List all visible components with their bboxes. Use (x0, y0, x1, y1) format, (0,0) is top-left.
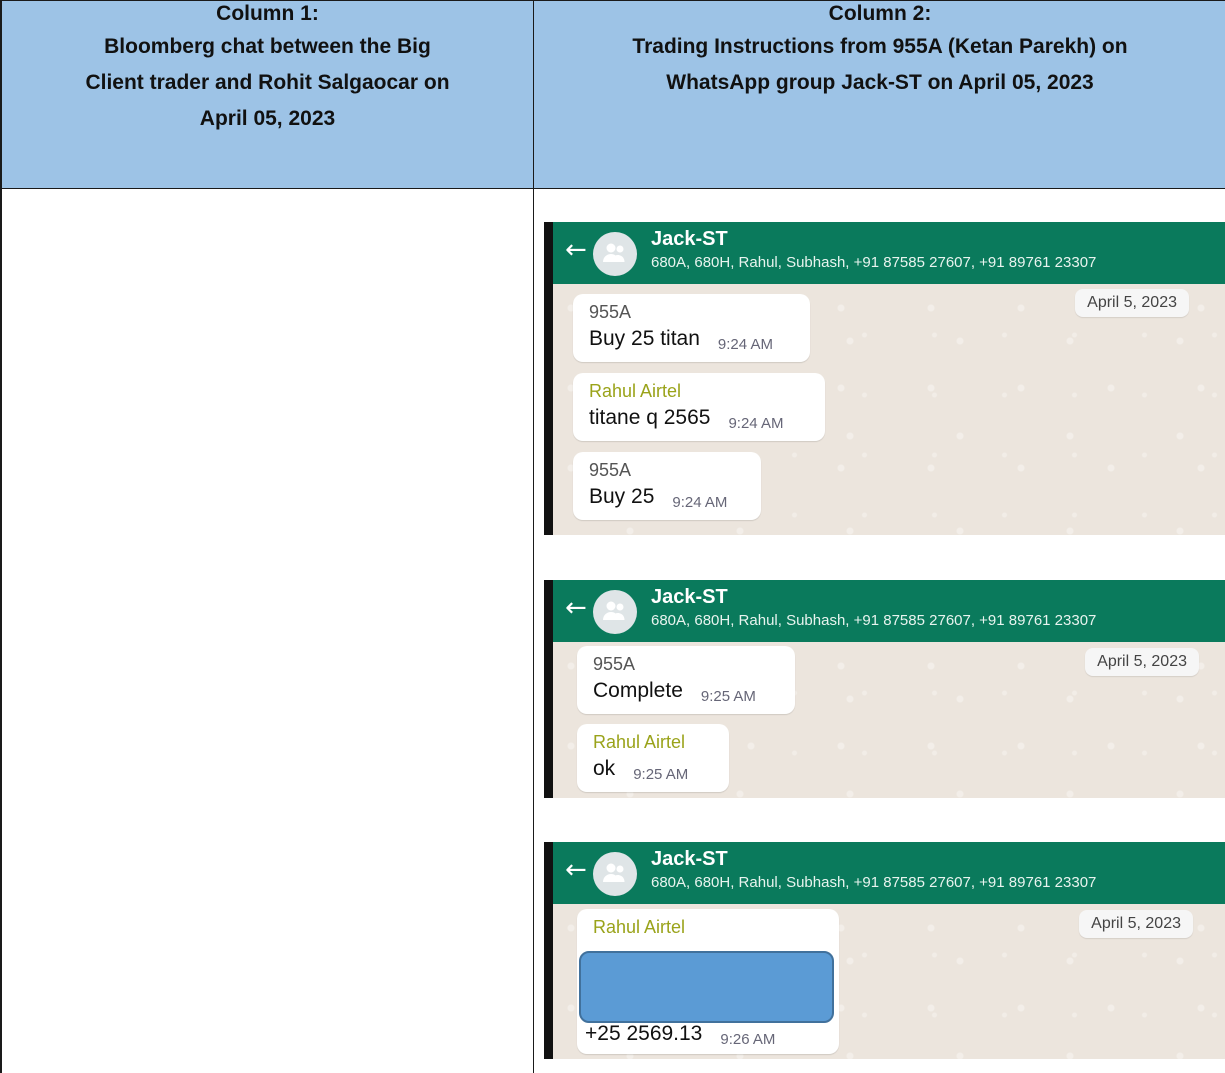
group-name: Jack-ST (651, 228, 728, 250)
message-sender: 955A (589, 460, 632, 480)
column-1-header: Column 1: Bloomberg chat between the Big… (2, 1, 534, 189)
message-bubble: Rahul Airtel ok 9:25 AM (577, 724, 729, 792)
back-arrow-icon: ← (565, 235, 587, 265)
whatsapp-screenshot-3: ← Jack-ST 680A, 680H, Rahul, Subhash, +9… (544, 842, 1225, 1059)
column-1-desc-line2: Client trader and Rohit Salgaocar on (85, 71, 450, 94)
back-arrow-icon: ← (565, 855, 587, 885)
date-chip: April 5, 2023 (1085, 648, 1199, 676)
message-time: 9:26 AM (720, 1031, 776, 1048)
redaction-box (579, 951, 834, 1023)
message-text: Buy 25 (589, 485, 655, 508)
chat-area: April 5, 2023 Rahul Airtel +25 2569.13 9:… (553, 904, 1225, 1059)
message-bubble: Rahul Airtel +25 2569.13 9:26 AM (577, 909, 839, 1054)
column-2-desc-line2: WhatsApp group Jack-ST on April 05, 2023 (666, 71, 1094, 94)
message-sender: Rahul Airtel (589, 381, 682, 401)
message-time: 9:24 AM (672, 494, 728, 511)
message-text: Complete (593, 679, 683, 702)
chat-header: ← Jack-ST 680A, 680H, Rahul, Subhash, +9… (553, 222, 1225, 284)
group-members: 680A, 680H, Rahul, Subhash, +91 87585 27… (651, 254, 1097, 271)
group-avatar-icon (593, 590, 637, 634)
whatsapp-screenshot-1: ← Jack-ST 680A, 680H, Rahul, Subhash, +9… (544, 222, 1225, 535)
date-chip: April 5, 2023 (1079, 910, 1193, 938)
message-text: +25 2569.13 (585, 1022, 703, 1045)
column-2-title: Column 2: (828, 2, 932, 25)
message-sender: 955A (593, 654, 636, 674)
column-1-body (2, 189, 534, 1073)
message-time: 9:24 AM (717, 336, 773, 353)
column-1-desc-line1: Bloomberg chat between the Big (104, 35, 431, 58)
column-2-desc-line1: Trading Instructions from 955A (Ketan Pa… (632, 35, 1128, 58)
chat-area: April 5, 2023 955A Buy 25 titan 9:24 AM R… (553, 284, 1225, 535)
message-bubble: 955A Buy 25 titan 9:24 AM (573, 294, 810, 362)
message-sender: Rahul Airtel (593, 917, 686, 937)
message-time: 9:25 AM (700, 688, 756, 705)
back-arrow-icon: ← (565, 593, 587, 623)
group-members: 680A, 680H, Rahul, Subhash, +91 87585 27… (651, 612, 1097, 629)
column-1-title: Column 1: (216, 2, 319, 25)
message-sender: Rahul Airtel (593, 732, 686, 752)
chat-area: April 5, 2023 955A Complete 9:25 AM Rahul… (553, 642, 1225, 798)
chat-header: ← Jack-ST 680A, 680H, Rahul, Subhash, +9… (553, 580, 1225, 642)
message-time: 9:24 AM (728, 415, 784, 432)
message-bubble: 955A Complete 9:25 AM (577, 646, 795, 714)
group-avatar-icon (593, 852, 637, 896)
message-text: Buy 25 titan (589, 327, 700, 350)
message-text: titane q 2565 (589, 406, 711, 429)
message-bubble: 955A Buy 25 9:24 AM (573, 452, 761, 520)
group-members: 680A, 680H, Rahul, Subhash, +91 87585 27… (651, 874, 1097, 891)
group-avatar-icon (593, 232, 637, 276)
message-bubble: Rahul Airtel titane q 2565 9:24 AM (573, 373, 825, 441)
chat-header: ← Jack-ST 680A, 680H, Rahul, Subhash, +9… (553, 842, 1225, 904)
column-1-desc-line3: April 05, 2023 (199, 107, 336, 130)
group-name: Jack-ST (651, 586, 728, 608)
date-chip: April 5, 2023 (1075, 289, 1189, 317)
group-name: Jack-ST (651, 848, 728, 870)
column-2-header: Column 2: Trading Instructions from 955A… (534, 1, 1225, 189)
message-text: ok (593, 757, 616, 780)
whatsapp-screenshot-2: ← Jack-ST 680A, 680H, Rahul, Subhash, +9… (544, 580, 1225, 798)
message-sender: 955A (589, 302, 632, 322)
message-time: 9:25 AM (633, 766, 689, 783)
